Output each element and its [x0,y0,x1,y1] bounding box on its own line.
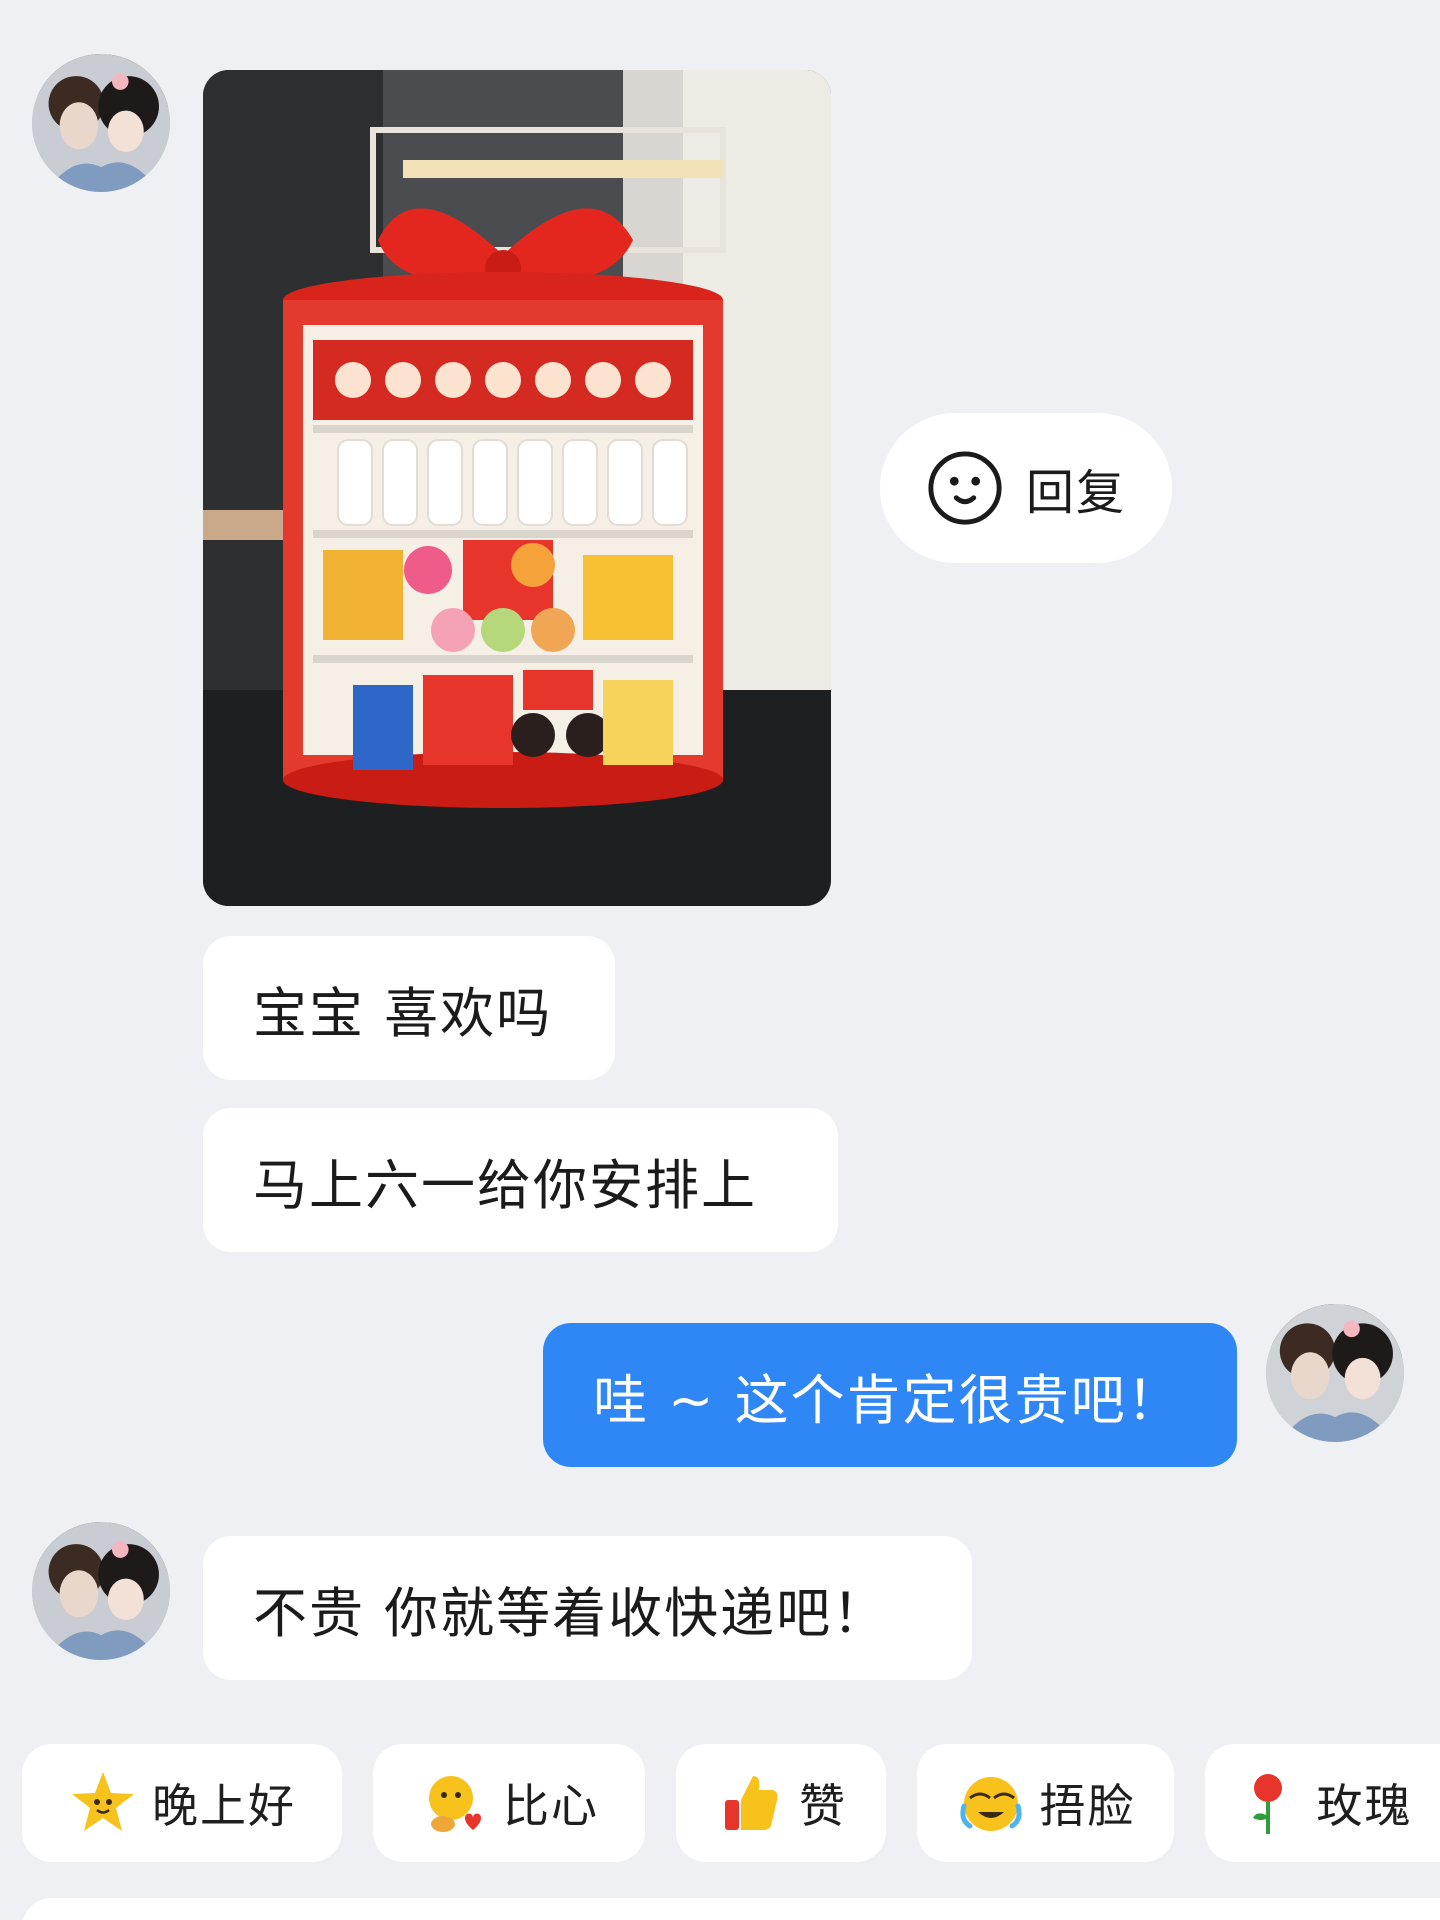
thumbs-up-icon [725,1776,778,1830]
message-bubble-incoming[interactable]: 宝宝 喜欢吗 [203,936,615,1080]
smiley-icon [928,451,1002,525]
quick-reply-label: 赞 [799,1779,847,1833]
gift-image-message[interactable] [203,70,831,906]
message-text: 哇 ~ 这个肯定很贵吧！ [593,1368,1183,1432]
heart-hands-icon [429,1776,481,1832]
message-input-area[interactable] [22,1898,1440,1920]
star-face-icon [72,1772,134,1831]
message-bubble-outgoing[interactable]: 哇 ~ 这个肯定很贵吧！ [543,1323,1237,1467]
message-bubble-incoming[interactable]: 不贵 你就等着收快递吧！ [203,1536,972,1680]
quick-reply-good-evening[interactable]: 晚上好 [22,1744,342,1862]
quick-reply-label: 捂脸 [1039,1779,1136,1833]
quick-reply-label: 比心 [503,1779,599,1833]
message-text: 宝宝 喜欢吗 [253,981,553,1045]
reply-button[interactable]: 回复 [880,413,1172,563]
quick-reply-thumbs-up[interactable]: 赞 [676,1744,886,1862]
message-bubble-incoming[interactable]: 马上六一给你安排上 [203,1108,838,1252]
reply-label: 回复 [1026,465,1127,521]
rose-icon [1252,1774,1282,1834]
gift-photo [203,70,831,906]
quick-reply-rose[interactable]: 玫瑰 [1205,1744,1440,1862]
quick-reply-label: 玫瑰 [1316,1779,1413,1833]
message-text: 不贵 你就等着收快递吧！ [253,1581,889,1645]
facepalm-icon [959,1777,1022,1831]
contact-avatar[interactable] [32,54,170,192]
quick-reply-label: 晚上好 [152,1779,296,1833]
quick-reply-facepalm[interactable]: 捂脸 [917,1744,1174,1862]
self-avatar[interactable] [1266,1304,1404,1442]
message-text: 马上六一给你安排上 [253,1153,757,1217]
contact-avatar[interactable] [32,1522,170,1660]
quick-reply-heart-hands[interactable]: 比心 [373,1744,645,1862]
